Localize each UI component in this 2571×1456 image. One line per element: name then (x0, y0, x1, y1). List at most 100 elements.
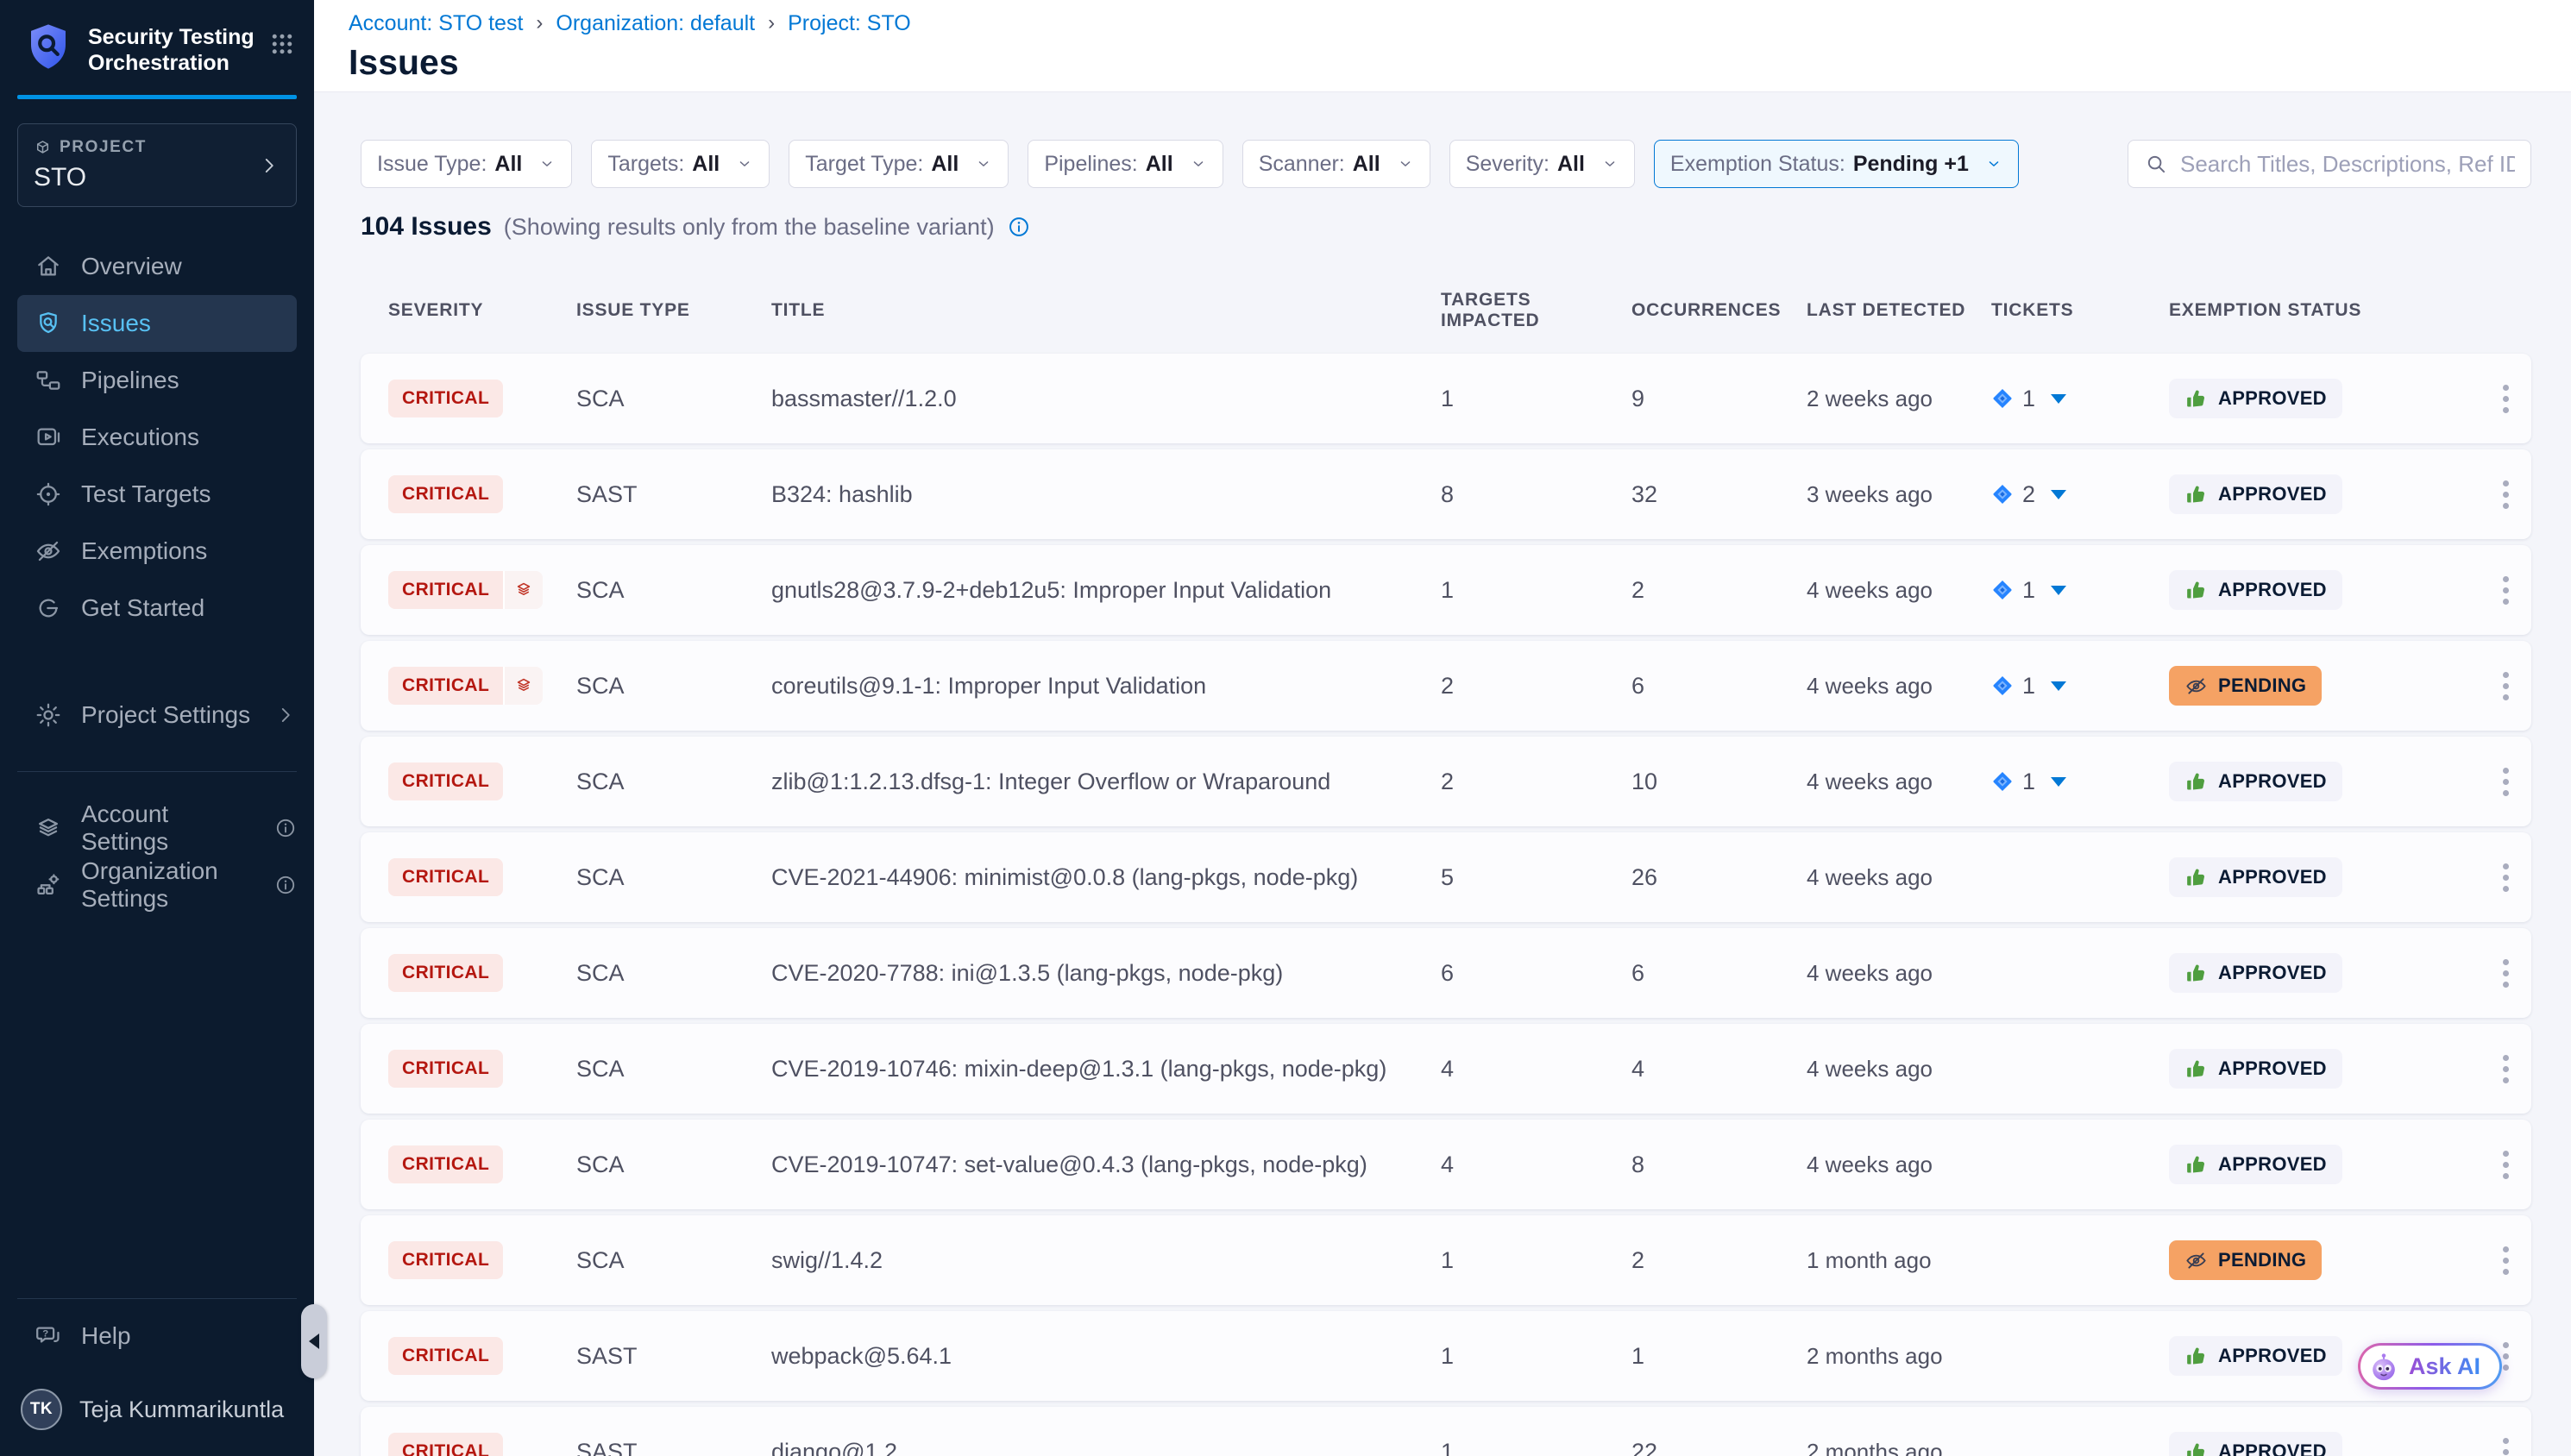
issue-type-cell: SCA (576, 1056, 771, 1083)
ticket-dropdown-caret[interactable] (2051, 681, 2066, 691)
layers-gear-icon (35, 814, 62, 842)
filter-severity[interactable]: Severity: All (1449, 140, 1635, 188)
sidebar-item-account-settings[interactable]: Account Settings (0, 800, 314, 857)
filter-exemption-status[interactable]: Exemption Status: Pending +1 (1654, 140, 2019, 188)
ticket-dropdown-caret[interactable] (2051, 586, 2066, 595)
row-actions-kebab-icon[interactable] (2480, 1142, 2531, 1188)
table-row[interactable]: CRITICAL SAST django@1.2 1 22 2 months a… (361, 1407, 2531, 1456)
breadcrumb-link[interactable]: Project: STO (788, 12, 911, 35)
filter-issue-type[interactable]: Issue Type: All (361, 140, 572, 188)
issue-title[interactable]: bassmaster//1.2.0 (771, 386, 1441, 412)
severity-label: CRITICAL (388, 763, 503, 800)
severity-cell: CRITICAL (388, 1050, 576, 1088)
ask-ai-button[interactable]: Ask AI (2358, 1343, 2502, 1390)
issue-title[interactable]: swig//1.4.2 (771, 1247, 1441, 1274)
severity-badge: CRITICAL (388, 667, 543, 705)
sidebar-item-exemptions[interactable]: Exemptions (0, 523, 314, 580)
row-actions-kebab-icon[interactable] (2480, 472, 2531, 518)
tickets-cell: 1 (1991, 577, 2169, 604)
row-actions-kebab-icon[interactable] (2480, 663, 2531, 709)
severity-cell: CRITICAL (388, 380, 576, 417)
issue-type-cell: SAST (576, 481, 771, 508)
severity-label: CRITICAL (388, 667, 503, 705)
issue-title[interactable]: django@1.2 (771, 1439, 1441, 1456)
filter-target-type[interactable]: Target Type: All (789, 140, 1009, 188)
project-name: STO (34, 163, 258, 192)
sidebar-item-executions[interactable]: Executions (0, 409, 314, 466)
table-row[interactable]: CRITICAL SCA CVE-2020-7788: ini@1.3.5 (l… (361, 928, 2531, 1018)
exemption-status-label: PENDING (2218, 1249, 2306, 1271)
sidebar-item-overview[interactable]: Overview (0, 238, 314, 295)
last-detected-cell: 2 weeks ago (1807, 386, 1991, 412)
table-row[interactable]: CRITICAL SCA CVE-2019-10747: set-value@0… (361, 1120, 2531, 1209)
table-row[interactable]: CRITICAL SCA CVE-2019-10746: mixin-deep@… (361, 1024, 2531, 1114)
issue-title[interactable]: CVE-2019-10746: mixin-deep@1.3.1 (lang-p… (771, 1056, 1441, 1083)
exemption-status-label: APPROVED (2218, 387, 2327, 410)
ticket-dropdown-caret[interactable] (2051, 777, 2066, 787)
row-actions-kebab-icon[interactable] (2480, 855, 2531, 901)
table-row[interactable]: CRITICAL SCA zlib@1:1.2.13.dfsg-1: Integ… (361, 737, 2531, 826)
issue-type-cell: SCA (576, 864, 771, 891)
issue-title[interactable]: coreutils@9.1-1: Improper Input Validati… (771, 673, 1441, 700)
user-name: Teja Kummarikuntla (79, 1396, 284, 1423)
issue-title[interactable]: webpack@5.64.1 (771, 1343, 1441, 1370)
issue-title[interactable]: gnutls28@3.7.9-2+deb12u5: Improper Input… (771, 577, 1441, 604)
table-row[interactable]: CRITICAL SCA gnutls28@3.7.9-2+deb12u5: I… (361, 545, 2531, 635)
table-row[interactable]: CRITICAL SAST B324: hashlib 8 32 3 weeks… (361, 449, 2531, 539)
issue-title[interactable]: CVE-2019-10747: set-value@0.4.3 (lang-pk… (771, 1152, 1441, 1178)
info-icon[interactable] (1007, 215, 1031, 239)
last-detected-cell: 3 weeks ago (1807, 481, 1991, 508)
sidebar-collapse-handle[interactable] (301, 1304, 327, 1378)
filter-pipelines[interactable]: Pipelines: All (1028, 140, 1223, 188)
table-row[interactable]: CRITICAL SAST webpack@5.64.1 1 1 2 month… (361, 1311, 2531, 1401)
row-actions-kebab-icon[interactable] (2480, 376, 2531, 422)
row-actions-kebab-icon[interactable] (2480, 759, 2531, 805)
ticket-count: 1 (2022, 577, 2035, 604)
ticket-dropdown-caret[interactable] (2051, 490, 2066, 499)
search-input[interactable] (2180, 151, 2515, 178)
project-selector[interactable]: PROJECT STO (17, 123, 297, 207)
breadcrumb-link[interactable]: Organization: default (556, 12, 755, 35)
severity-label: CRITICAL (388, 380, 503, 417)
issue-title[interactable]: zlib@1:1.2.13.dfsg-1: Integer Overflow o… (771, 769, 1441, 795)
sidebar-item-test-targets[interactable]: Test Targets (0, 466, 314, 523)
sidebar-item-label: Project Settings (81, 701, 250, 729)
row-actions-kebab-icon[interactable] (2480, 568, 2531, 613)
svg-text:?: ? (42, 1329, 48, 1340)
filter-scanner[interactable]: Scanner: All (1242, 140, 1430, 188)
sidebar-item-pipelines[interactable]: Pipelines (0, 352, 314, 409)
table-row[interactable]: CRITICAL SCA swig//1.4.2 1 2 1 month ago… (361, 1215, 2531, 1305)
occurrences-cell: 6 (1631, 673, 1807, 700)
user-menu[interactable]: TK Teja Kummarikuntla (0, 1365, 314, 1456)
sidebar-item-project-settings[interactable]: Project Settings (0, 687, 314, 744)
ticket-dropdown-caret[interactable] (2051, 394, 2066, 404)
row-actions-kebab-icon[interactable] (2480, 951, 2531, 996)
severity-badge: CRITICAL (388, 954, 503, 992)
row-actions-kebab-icon[interactable] (2480, 1046, 2531, 1092)
thumbs-up-icon (2184, 866, 2208, 889)
table-row[interactable]: CRITICAL SCA CVE-2021-44906: minimist@0.… (361, 832, 2531, 922)
project-selector-text: PROJECT STO (34, 138, 258, 192)
breadcrumb-link[interactable]: Account: STO test (349, 12, 523, 35)
row-actions-kebab-icon[interactable] (2480, 1238, 2531, 1283)
sidebar-item-help[interactable]: ? Help (0, 1308, 314, 1365)
severity-label: CRITICAL (388, 1337, 503, 1375)
jira-ticket-icon (1991, 675, 2014, 697)
exemption-status-cell: PENDING (2169, 1240, 2480, 1280)
issue-title[interactable]: CVE-2021-44906: minimist@0.0.8 (lang-pkg… (771, 864, 1441, 891)
sidebar-item-issues[interactable]: Issues (17, 295, 297, 352)
page-header: Account: STO test›Organization: default›… (314, 0, 2571, 92)
module-switcher-grid-icon[interactable] (269, 21, 295, 57)
sidebar-item-organization-settings[interactable]: Organization Settings (0, 857, 314, 913)
column-header: EXEMPTION STATUS (2169, 300, 2480, 321)
row-actions-kebab-icon[interactable] (2480, 1429, 2531, 1456)
exemption-status-cell: APPROVED (2169, 570, 2480, 610)
issue-title[interactable]: CVE-2020-7788: ini@1.3.5 (lang-pkgs, nod… (771, 960, 1441, 987)
exemption-status-badge: APPROVED (2169, 1336, 2342, 1376)
issue-title[interactable]: B324: hashlib (771, 481, 1441, 508)
table-row[interactable]: CRITICAL SCA coreutils@9.1-1: Improper I… (361, 641, 2531, 731)
exemption-status-badge: APPROVED (2169, 857, 2342, 897)
filter-targets[interactable]: Targets: All (591, 140, 770, 188)
table-row[interactable]: CRITICAL SCA bassmaster//1.2.0 1 9 2 wee… (361, 354, 2531, 443)
sidebar-item-get-started[interactable]: Get Started (0, 580, 314, 637)
